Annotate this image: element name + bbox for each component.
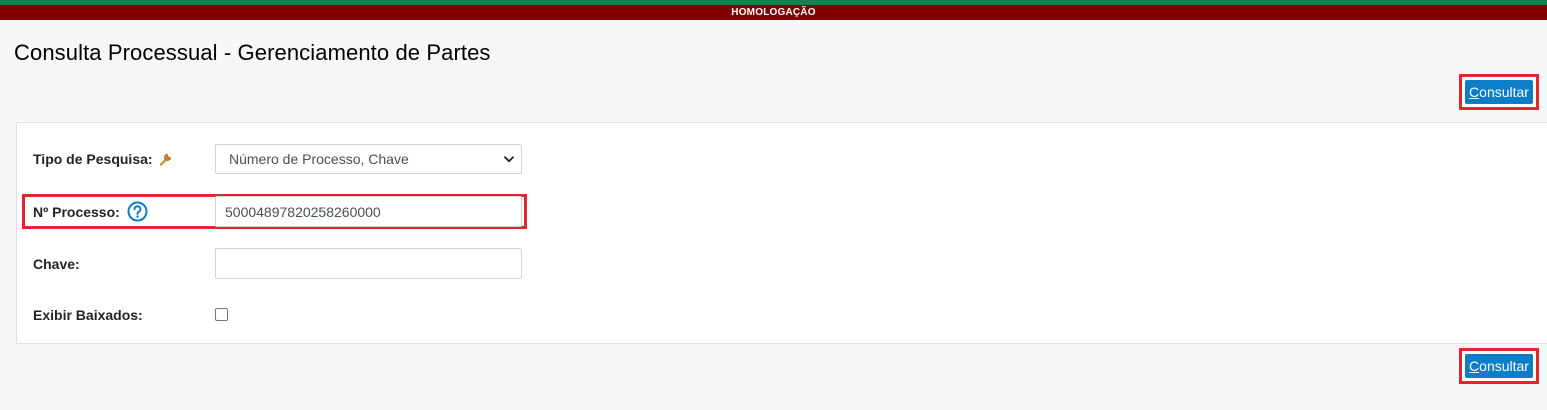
environment-banner: HOMOLOGAÇÃO [0,5,1547,20]
wrench-icon[interactable] [159,152,173,166]
exibir-baixados-checkbox[interactable] [215,308,228,321]
numero-processo-input[interactable] [215,196,522,227]
tipo-pesquisa-label: Tipo de Pesquisa: [33,151,153,167]
page-title: Consulta Processual - Gerenciamento de P… [14,40,491,65]
consultar-accesskey: C [1469,84,1480,100]
chave-input[interactable] [215,248,522,279]
consultar-bottom-highlight: Consultar [1459,348,1539,384]
exibir-baixados-label: Exibir Baixados: [33,307,143,323]
consultar-top-highlight: Consultar [1459,74,1539,110]
consultar-label: onsultar [1479,84,1529,100]
consultar-button-top[interactable]: Consultar [1465,80,1533,104]
tipo-pesquisa-selected-value: Número de Processo, Chave [229,151,409,167]
chave-label: Chave: [33,256,80,272]
chevron-down-icon [504,156,514,163]
consultar-label: onsultar [1479,358,1529,374]
consultar-button-bottom[interactable]: Consultar [1465,354,1533,378]
help-circle-icon[interactable] [127,201,148,222]
consultar-accesskey: C [1469,358,1480,374]
tipo-pesquisa-select[interactable]: Número de Processo, Chave [215,144,522,174]
numero-processo-label: Nº Processo: [33,204,120,220]
